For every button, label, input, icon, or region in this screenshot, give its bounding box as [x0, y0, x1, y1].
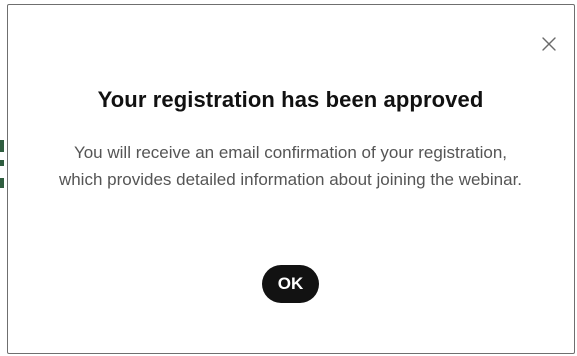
- dialog-message: You will receive an email confirmation o…: [58, 143, 523, 189]
- background-fragment: [0, 178, 4, 188]
- dialog-title: Your registration has been approved: [97, 87, 484, 112]
- background-fragment: [0, 160, 4, 166]
- background-fragment: [0, 140, 4, 152]
- ok-button[interactable]: OK: [262, 265, 319, 303]
- close-button[interactable]: [538, 33, 560, 55]
- registration-approved-dialog: Your registration has been approved You …: [7, 4, 575, 354]
- close-icon: [542, 37, 556, 51]
